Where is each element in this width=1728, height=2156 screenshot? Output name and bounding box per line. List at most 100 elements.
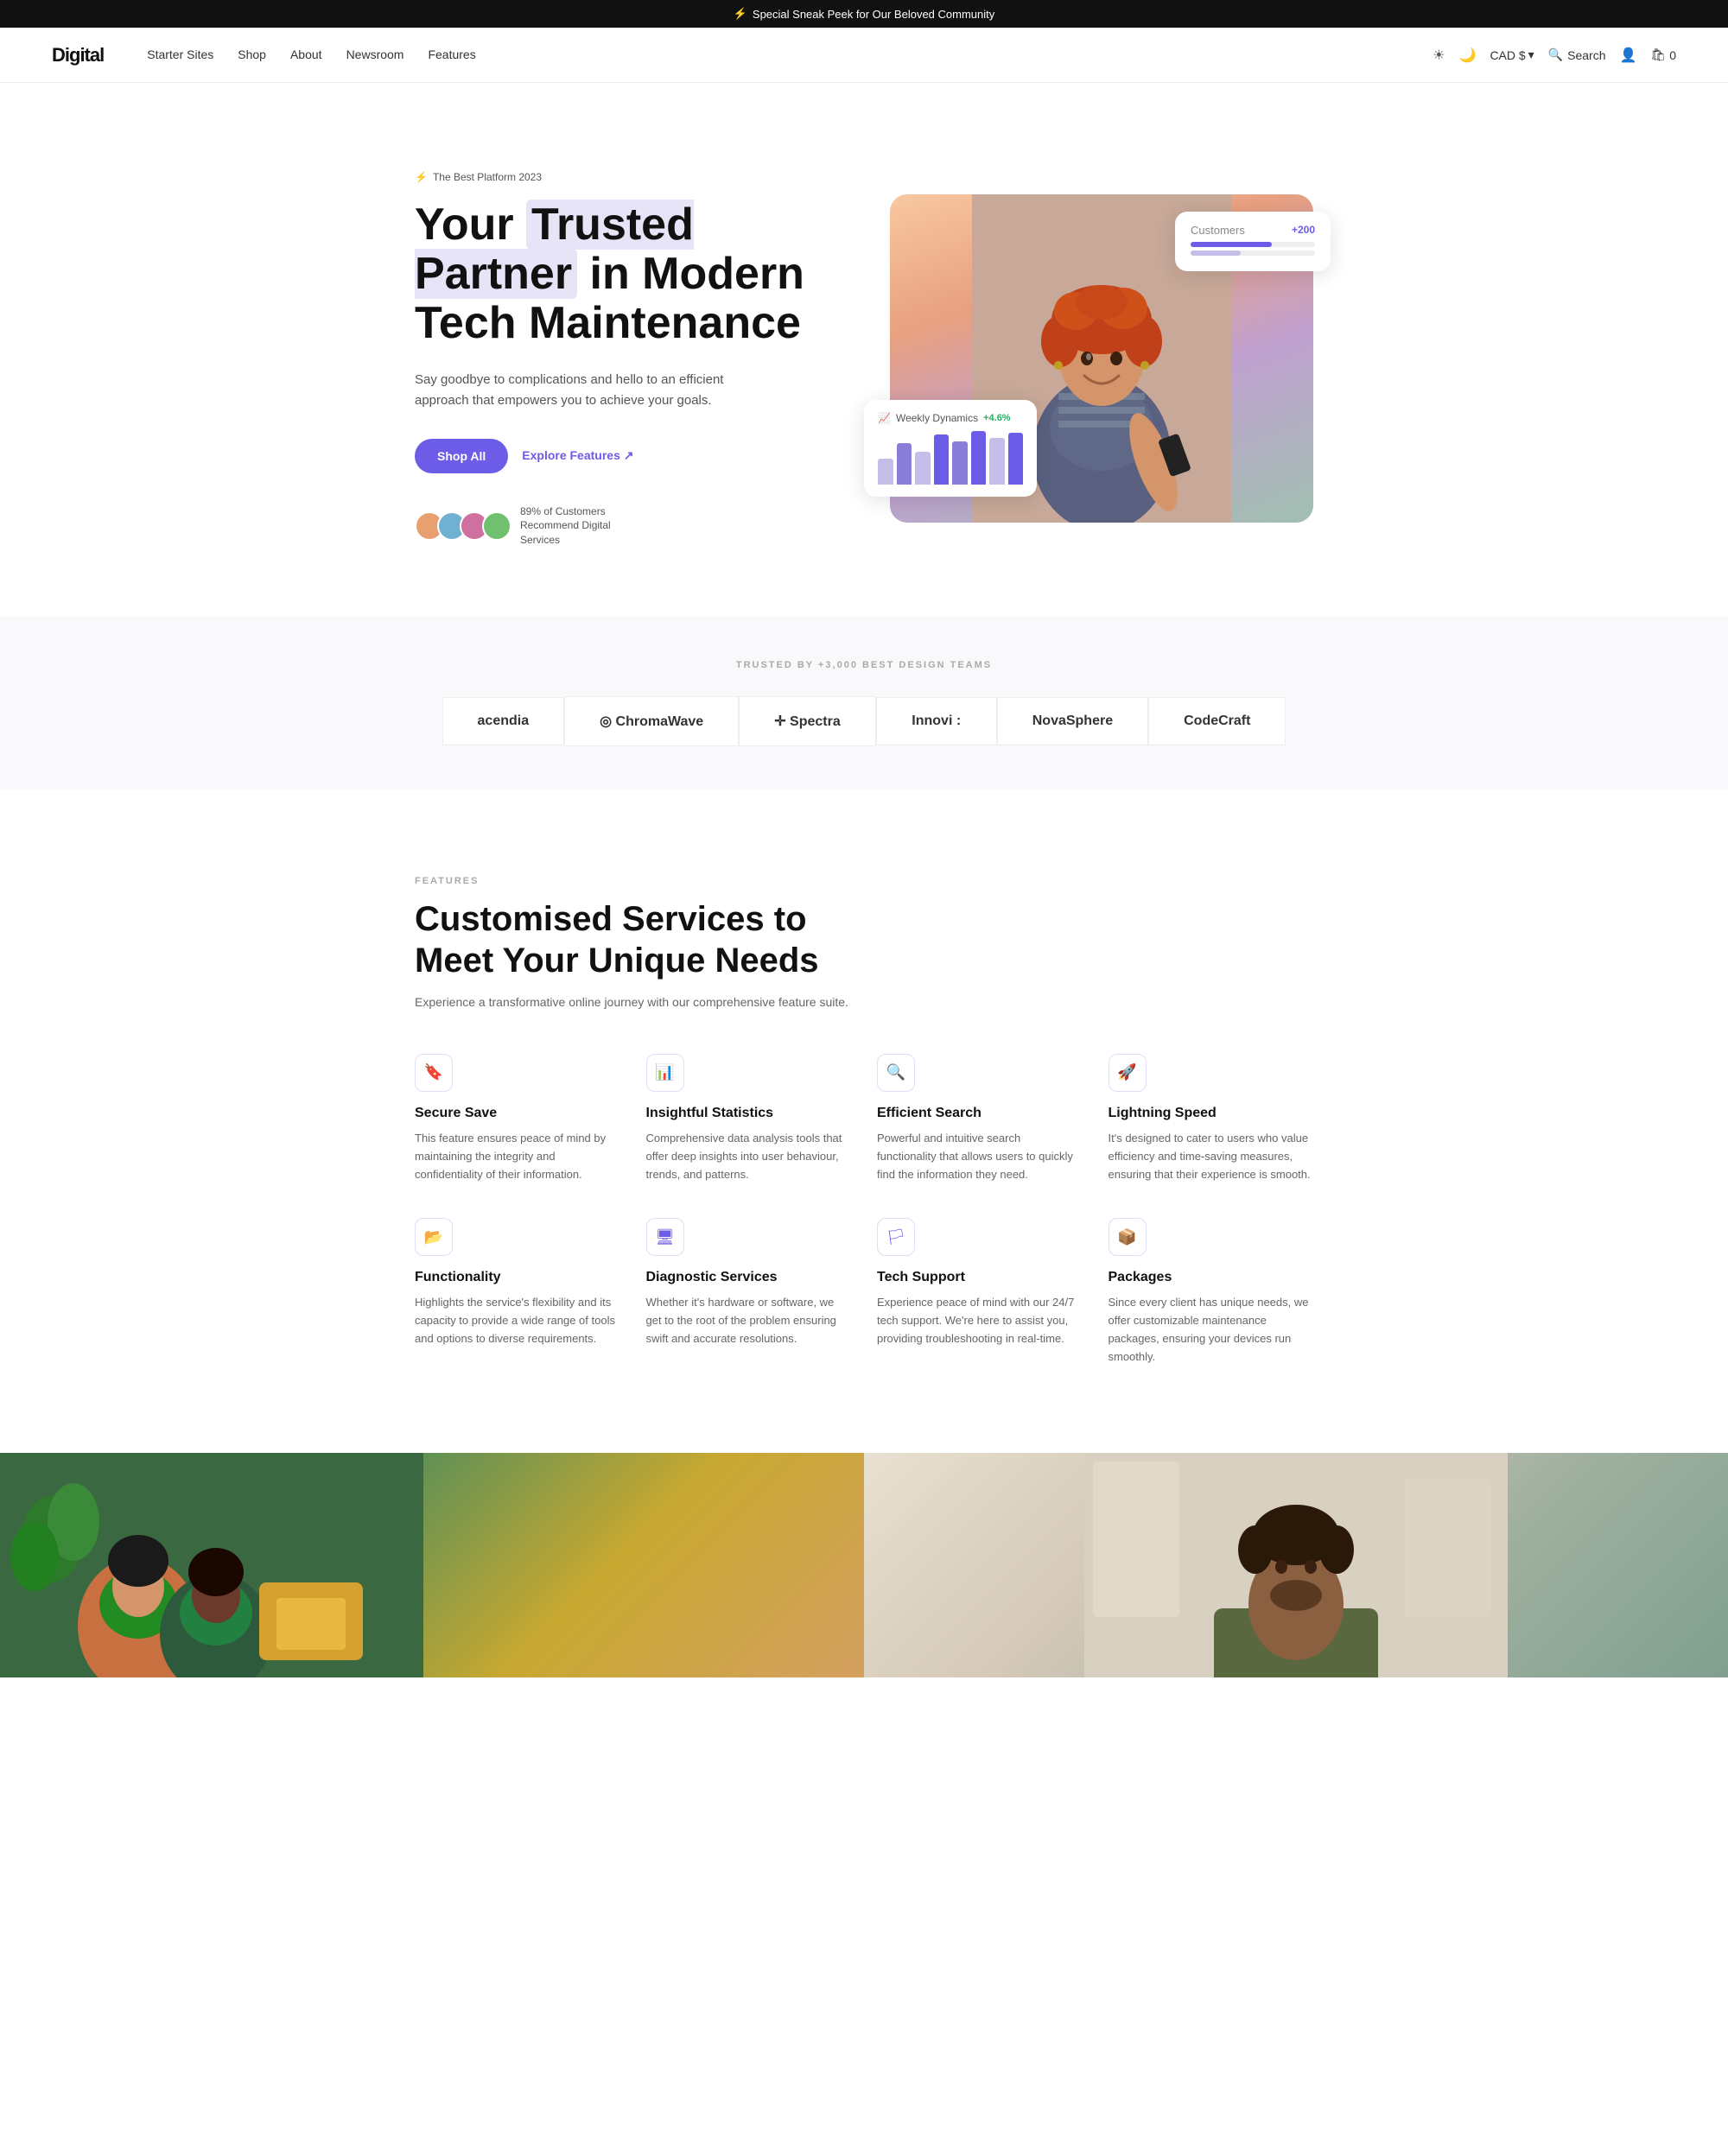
- feature-tech-support: 🏳 Tech Support Experience peace of mind …: [877, 1218, 1083, 1366]
- insightful-statistics-desc: Comprehensive data analysis tools that o…: [646, 1130, 852, 1183]
- lightning-speed-desc: It's designed to cater to users who valu…: [1109, 1130, 1314, 1183]
- explore-features-button[interactable]: Explore Features ↗: [522, 448, 633, 463]
- nav-shop[interactable]: Shop: [238, 48, 266, 61]
- efficient-search-desc: Powerful and intuitive search functional…: [877, 1130, 1083, 1183]
- features-section: FEATURES Customised Services to Meet You…: [346, 807, 1382, 1436]
- dynamics-header: 📈 Weekly Dynamics +4.6%: [878, 412, 1023, 424]
- bar-chart: [878, 433, 1023, 485]
- search-icon: 🔍: [1548, 48, 1563, 62]
- feature-packages: 📦 Packages Since every client has unique…: [1109, 1218, 1314, 1366]
- secure-save-title: Secure Save: [415, 1106, 620, 1121]
- logo-codecraft-text: CodeCraft: [1184, 713, 1250, 729]
- hero-social-proof: 89% of Customers Recommend Digital Servi…: [415, 504, 838, 548]
- logo-spectra-text: ✛ Spectra: [774, 713, 841, 730]
- features-description: Experience a transformative online journ…: [415, 995, 1313, 1009]
- shop-all-button[interactable]: Shop All: [415, 439, 508, 473]
- bottom-images-section: [0, 1453, 1728, 1677]
- functionality-desc: Highlights the service's flexibility and…: [415, 1294, 620, 1348]
- hero-buttons: Shop All Explore Features ↗: [415, 439, 838, 473]
- customers-progress-fill: [1191, 242, 1272, 247]
- nav-newsroom[interactable]: Newsroom: [346, 48, 404, 61]
- top-banner: ⚡ Special Sneak Peek for Our Beloved Com…: [0, 0, 1728, 28]
- logo-codecraft: CodeCraft: [1148, 697, 1286, 745]
- bar-1: [878, 459, 893, 485]
- tech-support-icon: 🏳: [877, 1218, 915, 1256]
- hero-right: Customers +200 📈 Weekly Dynamics +4.6%: [890, 194, 1313, 523]
- nav-about[interactable]: About: [290, 48, 322, 61]
- bottom-photo-right: [864, 1453, 1728, 1677]
- insightful-statistics-title: Insightful Statistics: [646, 1106, 852, 1121]
- customers-progress-fill-2: [1191, 250, 1241, 256]
- logo-acendia: acendia: [442, 697, 565, 745]
- bottom-image-right: [864, 1453, 1728, 1677]
- efficient-search-title: Efficient Search: [877, 1106, 1083, 1121]
- diagnostic-services-desc: Whether it's hardware or software, we ge…: [646, 1294, 852, 1348]
- search-button[interactable]: 🔍 Search: [1548, 48, 1606, 62]
- dynamics-card: 📈 Weekly Dynamics +4.6%: [864, 400, 1037, 497]
- packages-icon: 📦: [1109, 1218, 1147, 1256]
- logo-chromawave-text: ◎ ChromaWave: [600, 713, 703, 730]
- logo-novasphere-text: NovaSphere: [1032, 713, 1113, 729]
- tech-support-title: Tech Support: [877, 1270, 1083, 1285]
- avatar-stack: [415, 511, 511, 541]
- bolt-icon: ⚡: [734, 7, 747, 21]
- feature-lightning-speed: 🚀 Lightning Speed It's designed to cater…: [1109, 1054, 1314, 1183]
- cart-button[interactable]: 🛍 0: [1650, 48, 1676, 62]
- trend-icon: 📈: [878, 412, 891, 424]
- diagnostic-services-icon: 🖥: [646, 1218, 684, 1256]
- tech-support-desc: Experience peace of mind with our 24/7 t…: [877, 1294, 1083, 1348]
- nav-links: Starter Sites Shop About Newsroom Featur…: [147, 48, 475, 63]
- bar-8: [1008, 433, 1024, 485]
- hero-title: Your Trusted Partner in Modern Tech Main…: [415, 200, 838, 349]
- account-icon[interactable]: 👤: [1620, 47, 1637, 64]
- trusted-label: TRUSTED BY +3,000 BEST DESIGN TEAMS: [69, 660, 1659, 670]
- efficient-search-icon: 🔍: [877, 1054, 915, 1092]
- feature-diagnostic-services: 🖥 Diagnostic Services Whether it's hardw…: [646, 1218, 852, 1366]
- logo-innovi-text: Innovi :: [912, 713, 961, 729]
- navbar-right: ☀ 🌙 CAD $ ▾ 🔍 Search 👤 🛍 0: [1433, 47, 1676, 64]
- customers-progress-bar: [1191, 242, 1315, 247]
- lightning-speed-title: Lightning Speed: [1109, 1106, 1314, 1121]
- features-grid: 🔖 Secure Save This feature ensures peace…: [415, 1054, 1313, 1367]
- logo-acendia-text: acendia: [478, 713, 530, 729]
- navbar: Digital Starter Sites Shop About Newsroo…: [0, 28, 1728, 83]
- customers-progress-bar-2: [1191, 250, 1315, 256]
- secure-save-desc: This feature ensures peace of mind by ma…: [415, 1130, 620, 1183]
- customers-card: Customers +200: [1175, 212, 1331, 271]
- bar-6: [971, 431, 987, 485]
- dark-mode-icon[interactable]: 🌙: [1459, 47, 1477, 64]
- hero-description: Say goodbye to complications and hello t…: [415, 370, 778, 411]
- logo[interactable]: Digital: [52, 44, 104, 67]
- features-title: Customised Services to Meet Your Unique …: [415, 898, 847, 981]
- hero-section: ⚡ The Best Platform 2023 Your Trusted Pa…: [346, 100, 1382, 599]
- bottom-photo-left: [0, 1453, 864, 1677]
- insightful-statistics-icon: 📊: [646, 1054, 684, 1092]
- bottom-image-left: [0, 1453, 864, 1677]
- avatar-4: [482, 511, 511, 541]
- light-mode-icon[interactable]: ☀: [1433, 47, 1445, 64]
- logo-innovi: Innovi :: [876, 697, 997, 745]
- secure-save-icon: 🔖: [415, 1054, 453, 1092]
- trusted-section: TRUSTED BY +3,000 BEST DESIGN TEAMS acen…: [0, 617, 1728, 789]
- feature-efficient-search: 🔍 Efficient Search Powerful and intuitiv…: [877, 1054, 1083, 1183]
- bar-5: [952, 441, 968, 485]
- nav-features[interactable]: Features: [428, 48, 475, 61]
- nav-starter-sites[interactable]: Starter Sites: [147, 48, 213, 61]
- packages-desc: Since every client has unique needs, we …: [1109, 1294, 1314, 1366]
- bar-2: [897, 443, 912, 485]
- dynamics-label: Weekly Dynamics: [896, 412, 978, 424]
- currency-selector[interactable]: CAD $ ▾: [1490, 48, 1534, 62]
- features-label: FEATURES: [415, 876, 1313, 886]
- hero-badge: ⚡ The Best Platform 2023: [415, 171, 542, 183]
- logo-chromawave: ◎ ChromaWave: [564, 696, 739, 746]
- logos-row: acendia ◎ ChromaWave ✛ Spectra Innovi : …: [69, 696, 1659, 746]
- bar-3: [915, 452, 931, 485]
- logo-spectra: ✛ Spectra: [739, 696, 876, 746]
- customers-count: +200: [1292, 224, 1315, 236]
- banner-text: Special Sneak Peek for Our Beloved Commu…: [753, 8, 994, 21]
- cart-icon: 🛍: [1650, 48, 1666, 62]
- badge-bolt-icon: ⚡: [415, 171, 428, 183]
- functionality-title: Functionality: [415, 1270, 620, 1285]
- avatar-label: 89% of Customers Recommend Digital Servi…: [520, 504, 641, 548]
- bar-7: [989, 438, 1005, 485]
